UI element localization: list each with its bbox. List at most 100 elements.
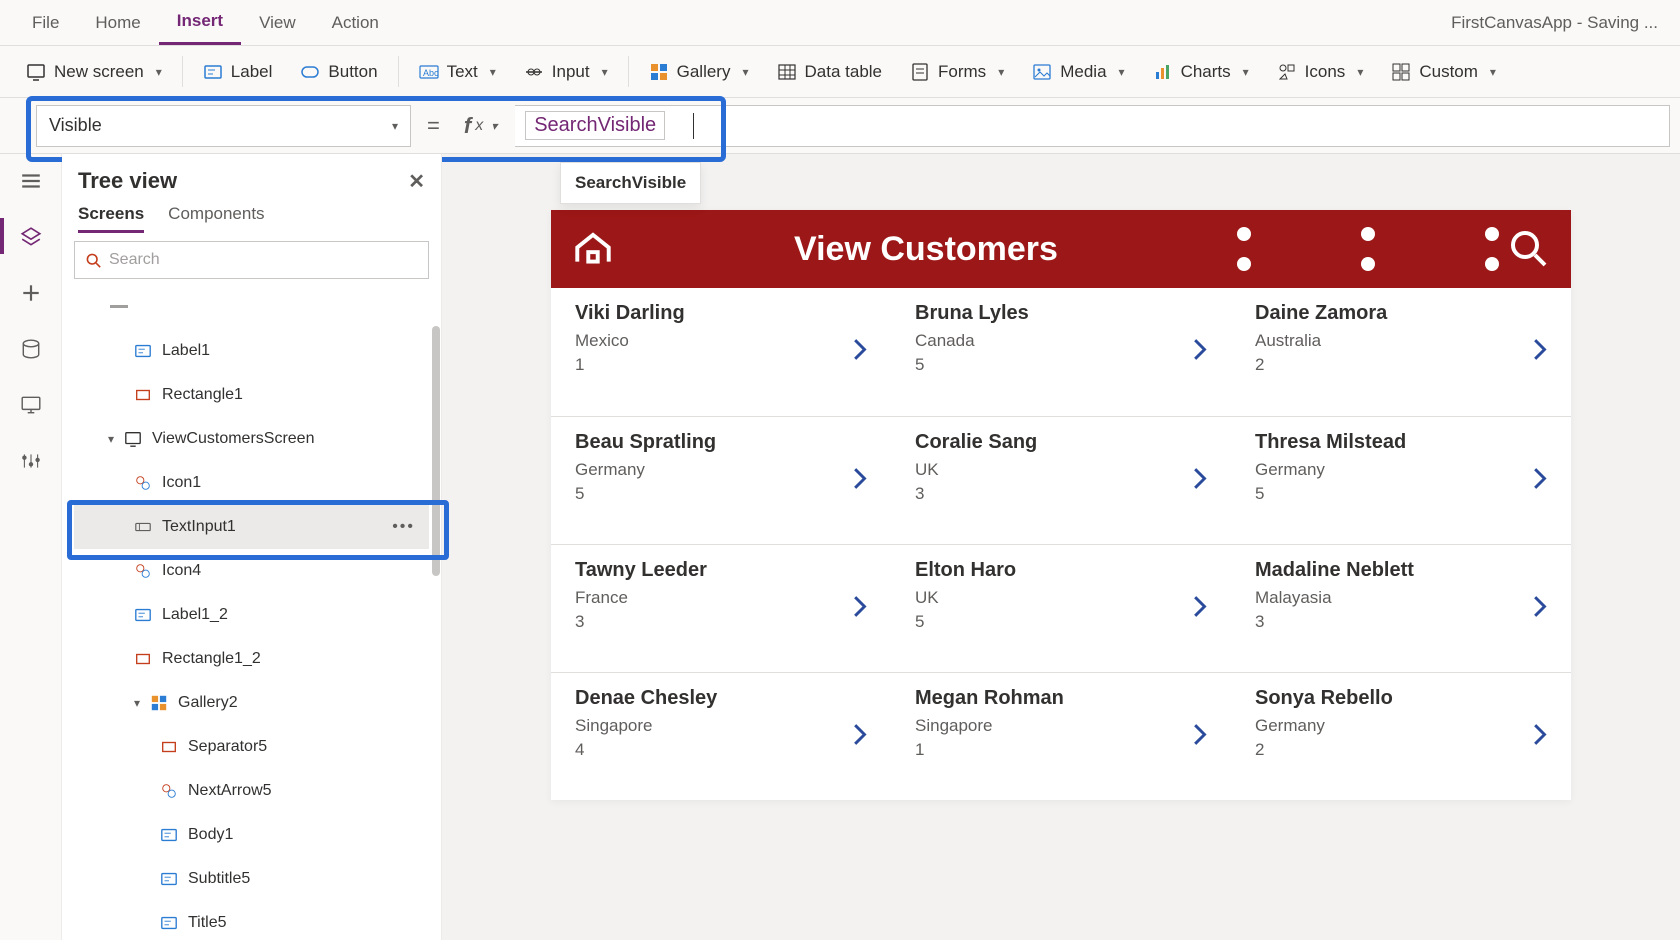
customer-country: Singapore xyxy=(915,716,1207,736)
customer-number: 5 xyxy=(915,612,1207,632)
customer-country: UK xyxy=(915,588,1207,608)
menu-view[interactable]: View xyxy=(241,0,314,45)
ribbon-forms[interactable]: Forms▾ xyxy=(896,46,1018,97)
rail-insert-icon[interactable] xyxy=(18,280,44,306)
tree-item-rect12[interactable]: Rectangle1_2 xyxy=(74,637,429,681)
chevron-right-icon[interactable] xyxy=(1527,336,1555,369)
customer-country: Germany xyxy=(1255,460,1547,480)
selection-handles[interactable] xyxy=(1237,227,1507,271)
customer-name: Tawny Leeder xyxy=(575,559,867,582)
gallery-item[interactable]: Elton HaroUK5 xyxy=(891,544,1231,672)
chevron-right-icon[interactable] xyxy=(847,336,875,369)
ribbon-media[interactable]: Media▾ xyxy=(1018,46,1138,97)
home-icon[interactable] xyxy=(571,227,615,271)
ribbon-icons[interactable]: Icons▾ xyxy=(1263,46,1378,97)
ribbon-newscreen[interactable]: New screen▾ xyxy=(12,46,176,97)
tree-item-icon4[interactable]: Icon4 xyxy=(74,549,429,593)
tree-item-label12[interactable]: Label1_2 xyxy=(74,593,429,637)
tree-item-screen[interactable]: ▾ViewCustomersScreen xyxy=(74,417,429,461)
ribbon-button[interactable]: Button xyxy=(286,46,391,97)
customer-number: 2 xyxy=(1255,355,1547,375)
ribbon-datatable[interactable]: Data table xyxy=(763,46,897,97)
ribbon-text[interactable]: Text▾ xyxy=(405,46,510,97)
property-name: Visible xyxy=(49,115,102,136)
formula-bar: Visible ▾ = fx▾ SearchVisible xyxy=(0,98,1680,154)
gallery-item[interactable]: Daine ZamoraAustralia2 xyxy=(1231,288,1571,416)
chevron-right-icon[interactable] xyxy=(1187,336,1215,369)
customer-country: France xyxy=(575,588,867,608)
tree-item-title5[interactable]: Title5 xyxy=(74,901,429,940)
chevron-right-icon[interactable] xyxy=(847,720,875,753)
tree-view-panel: Tree view ✕ Screens Components Search La… xyxy=(62,154,442,940)
chevron-right-icon[interactable] xyxy=(847,464,875,497)
app-save-status: FirstCanvasApp - Saving ... xyxy=(1451,13,1666,33)
chevron-right-icon[interactable] xyxy=(1187,720,1215,753)
gallery-item[interactable]: Thresa MilsteadGermany5 xyxy=(1231,416,1571,544)
customer-number: 1 xyxy=(915,740,1207,760)
chevron-right-icon[interactable] xyxy=(1527,464,1555,497)
rail-treeview-icon[interactable] xyxy=(18,224,44,250)
tree-item-rectangle1[interactable]: Rectangle1 xyxy=(74,373,429,417)
tree-item-label1[interactable]: Label1 xyxy=(74,329,429,373)
rail-settings-icon[interactable] xyxy=(18,448,44,474)
gallery-item[interactable]: Viki DarlingMexico1 xyxy=(551,288,891,416)
equals-sign: = xyxy=(421,113,446,139)
gallery-item[interactable]: Coralie SangUK3 xyxy=(891,416,1231,544)
search-icon[interactable] xyxy=(1507,227,1551,271)
insert-ribbon: New screen▾ Label Button Text▾ Input▾ Ga… xyxy=(0,46,1680,98)
tree-search-input[interactable]: Search xyxy=(74,241,429,279)
menu-file[interactable]: File xyxy=(14,0,77,45)
customer-name: Megan Rohman xyxy=(915,687,1207,710)
tree-collapse[interactable] xyxy=(74,285,429,329)
tree-item-nextarrow5[interactable]: NextArrow5 xyxy=(74,769,429,813)
rail-hamburger-icon[interactable] xyxy=(18,168,44,194)
close-icon[interactable]: ✕ xyxy=(408,169,425,194)
tree-item-subtitle5[interactable]: Subtitle5 xyxy=(74,857,429,901)
property-selector[interactable]: Visible ▾ xyxy=(36,105,411,147)
scrollbar-thumb[interactable] xyxy=(432,326,440,576)
customer-number: 3 xyxy=(1255,612,1547,632)
gallery-item[interactable]: Denae ChesleySingapore4 xyxy=(551,672,891,800)
ribbon-input[interactable]: Input▾ xyxy=(510,46,622,97)
gallery-item[interactable]: Tawny LeederFrance3 xyxy=(551,544,891,672)
chevron-right-icon[interactable] xyxy=(1187,592,1215,625)
tab-screens[interactable]: Screens xyxy=(78,204,144,233)
tab-components[interactable]: Components xyxy=(168,204,264,233)
search-placeholder: Search xyxy=(109,251,160,269)
ribbon-gallery[interactable]: Gallery▾ xyxy=(635,46,763,97)
ribbon-custom[interactable]: Custom▾ xyxy=(1377,46,1510,97)
customer-country: Malayasia xyxy=(1255,588,1547,608)
tree-item-gallery2[interactable]: ▾Gallery2 xyxy=(74,681,429,725)
canvas-area: View Customers Viki DarlingMexico1Bruna … xyxy=(442,154,1680,940)
ribbon-label[interactable]: Label xyxy=(189,46,287,97)
app-header-title: View Customers xyxy=(615,230,1237,269)
gallery-item[interactable]: Bruna LylesCanada5 xyxy=(891,288,1231,416)
tree-item-icon1[interactable]: Icon1 xyxy=(74,461,429,505)
customer-gallery: Viki DarlingMexico1Bruna LylesCanada5Dai… xyxy=(551,288,1571,800)
chevron-right-icon[interactable] xyxy=(1527,720,1555,753)
customer-number: 4 xyxy=(575,740,867,760)
chevron-right-icon[interactable] xyxy=(847,592,875,625)
chevron-right-icon[interactable] xyxy=(1527,592,1555,625)
intellisense-popup[interactable]: SearchVisible xyxy=(560,162,701,204)
tree-item-textinput1[interactable]: TextInput1••• xyxy=(74,505,429,549)
gallery-item[interactable]: Madaline NeblettMalayasia3 xyxy=(1231,544,1571,672)
rail-data-icon[interactable] xyxy=(18,336,44,362)
tree-item-body1[interactable]: Body1 xyxy=(74,813,429,857)
more-icon[interactable]: ••• xyxy=(392,518,429,536)
tree-item-separator5[interactable]: Separator5 xyxy=(74,725,429,769)
ribbon-charts[interactable]: Charts▾ xyxy=(1139,46,1263,97)
app-preview: View Customers Viki DarlingMexico1Bruna … xyxy=(551,210,1571,800)
rail-monitor-icon[interactable] xyxy=(18,392,44,418)
gallery-item[interactable]: Sonya RebelloGermany2 xyxy=(1231,672,1571,800)
fx-button[interactable]: fx▾ xyxy=(456,113,505,139)
formula-input[interactable]: SearchVisible xyxy=(515,105,1670,147)
customer-name: Thresa Milstead xyxy=(1255,431,1547,454)
gallery-item[interactable]: Megan Rohman Singapore 1 xyxy=(891,672,1231,800)
menu-action[interactable]: Action xyxy=(314,0,397,45)
gallery-item[interactable]: Beau SpratlingGermany5 xyxy=(551,416,891,544)
chevron-right-icon[interactable] xyxy=(1187,464,1215,497)
menu-insert[interactable]: Insert xyxy=(159,0,241,45)
menu-home[interactable]: Home xyxy=(77,0,158,45)
customer-name: Bruna Lyles xyxy=(915,302,1207,325)
